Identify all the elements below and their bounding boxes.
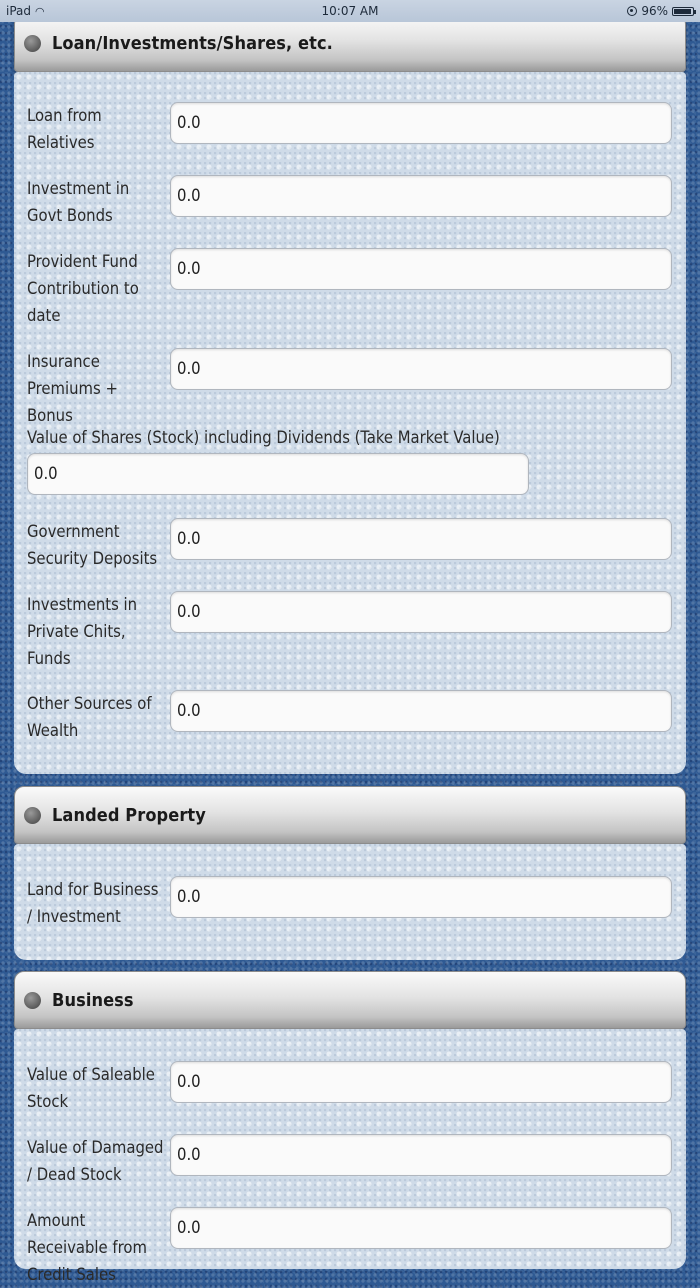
bullet-icon bbox=[24, 991, 41, 1009]
section-title: Landed Property bbox=[52, 804, 206, 826]
field-label: Investments in Private Chits, Funds bbox=[27, 595, 138, 668]
field-label: Loan from Relatives bbox=[27, 106, 102, 152]
section-header[interactable]: Loan/Investments/Shares, etc. bbox=[14, 14, 686, 72]
loan-from-relatives-input[interactable]: 0.0 bbox=[170, 102, 672, 144]
bullet-icon bbox=[24, 806, 41, 824]
private-chits-input[interactable]: 0.0 bbox=[170, 591, 672, 633]
battery-fill bbox=[674, 8, 692, 14]
land-business-input[interactable]: 0.0 bbox=[170, 876, 672, 918]
section-title: Loan/Investments/Shares, etc. bbox=[52, 32, 333, 54]
status-left: iPad ◠ bbox=[6, 4, 45, 18]
status-right: 96% bbox=[627, 4, 696, 18]
section-business: Business Value of Saleable Stock 0.0 Val… bbox=[14, 971, 686, 1284]
field-label: Insurance Premiums + Bonus bbox=[27, 352, 118, 425]
field-label: Government Security Deposits bbox=[27, 522, 158, 568]
section-loan-investments: Loan/Investments/Shares, etc. Loan from … bbox=[14, 14, 686, 774]
section-header[interactable]: Landed Property bbox=[14, 786, 686, 844]
saleable-stock-input[interactable]: 0.0 bbox=[170, 1061, 672, 1103]
shares-value-input[interactable]: 0.0 bbox=[27, 453, 529, 495]
section-landed-property: Landed Property Land for Business / Inve… bbox=[14, 786, 686, 960]
section-title: Business bbox=[52, 989, 134, 1011]
field-label: Other Sources of Wealth bbox=[27, 694, 152, 740]
field-label: Amount Receivable from Credit Sales bbox=[27, 1211, 147, 1284]
battery-icon bbox=[672, 6, 696, 16]
section-body: Loan from Relatives 0.0 Investment in Go… bbox=[14, 72, 686, 774]
damaged-stock-input[interactable]: 0.0 bbox=[170, 1134, 672, 1176]
section-body: Land for Business / Investment 0.0 bbox=[14, 844, 686, 960]
orientation-lock-icon bbox=[627, 6, 638, 16]
field-label: Value of Shares (Stock) including Divide… bbox=[27, 428, 500, 447]
section-header[interactable]: Business bbox=[14, 971, 686, 1029]
field-label: Value of Saleable Stock bbox=[27, 1065, 155, 1111]
status-bar: iPad ◠ 10:07 AM 96% bbox=[0, 0, 700, 22]
govt-security-deposits-input[interactable]: 0.0 bbox=[170, 518, 672, 560]
govt-bonds-input[interactable]: 0.0 bbox=[170, 175, 672, 217]
insurance-premiums-input[interactable]: 0.0 bbox=[170, 348, 672, 390]
field-label: Investment in Govt Bonds bbox=[27, 179, 130, 225]
credit-sales-receivable-input[interactable]: 0.0 bbox=[170, 1207, 672, 1249]
wifi-icon: ◠ bbox=[35, 4, 45, 18]
status-time: 10:07 AM bbox=[321, 4, 379, 18]
device-name: iPad bbox=[6, 4, 32, 18]
field-label: Land for Business / Investment bbox=[27, 880, 159, 926]
other-sources-input[interactable]: 0.0 bbox=[170, 690, 672, 732]
provident-fund-input[interactable]: 0.0 bbox=[170, 248, 672, 290]
battery-percent: 96% bbox=[641, 4, 668, 18]
section-body: Value of Saleable Stock 0.0 Value of Dam… bbox=[14, 1029, 686, 1284]
field-label: Provident Fund Contribution to date bbox=[27, 252, 139, 325]
bullet-icon bbox=[24, 34, 41, 52]
field-label: Value of Damaged / Dead Stock bbox=[27, 1138, 164, 1184]
